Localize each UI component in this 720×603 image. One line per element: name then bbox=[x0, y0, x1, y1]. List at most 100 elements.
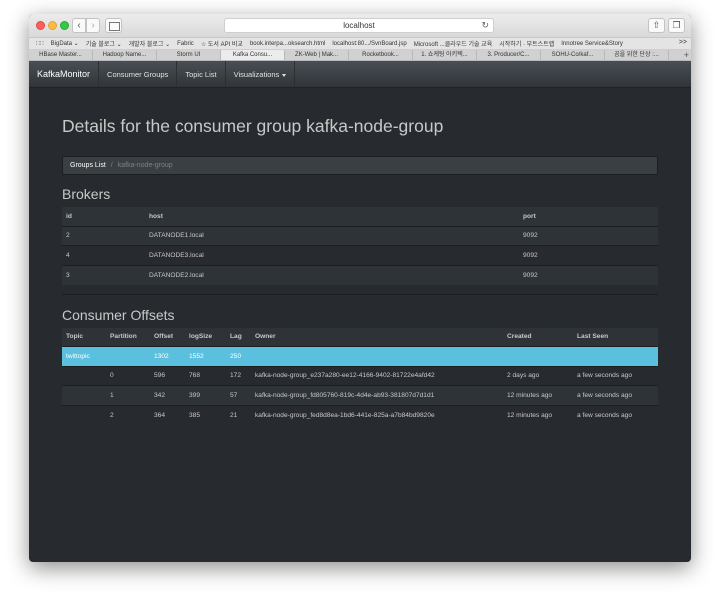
address-bar[interactable]: localhost ↻ bbox=[224, 18, 494, 33]
partition-offset: 342 bbox=[150, 385, 185, 405]
offsets-header-row: Topic Partition Offset logSize Lag Owner… bbox=[62, 327, 658, 347]
table-row: 4 DATANODE3.local 9092 bbox=[62, 245, 658, 265]
partition-lag: 57 bbox=[226, 385, 251, 405]
topic-offset: 1302 bbox=[150, 346, 185, 366]
partition-created: 12 minutes ago bbox=[503, 404, 573, 425]
partition-owner: kafka-node-group_e237a280-ee12-4166-9402… bbox=[251, 365, 503, 386]
bookmark-item[interactable]: 기술 블로그 ⌄ bbox=[86, 39, 122, 48]
table-row: 3 DATANODE2.local 9092 bbox=[62, 264, 658, 285]
bookmark-item[interactable]: Fabric bbox=[177, 41, 194, 47]
broker-port: 9092 bbox=[519, 245, 658, 265]
offsets-col-topic: Topic bbox=[62, 327, 106, 347]
new-tab-icon[interactable]: + bbox=[684, 50, 689, 60]
zoom-window-button[interactable] bbox=[60, 21, 69, 30]
partition-id: 2 bbox=[106, 404, 150, 425]
offsets-col-owner: Owner bbox=[251, 327, 503, 347]
bookmark-item[interactable]: Microsoft ...클라우드 기술 교육 bbox=[414, 39, 493, 48]
partition-logsize: 385 bbox=[185, 404, 226, 425]
topic-summary-row[interactable]: twittopic 1302 1552 250 bbox=[62, 346, 658, 366]
bookmark-item[interactable]: BigData ⌄ bbox=[51, 40, 79, 47]
browser-tab[interactable]: Kafka Consu... bbox=[221, 50, 285, 60]
caret-down-icon bbox=[282, 73, 287, 77]
breadcrumb-separator: / bbox=[110, 162, 113, 169]
bookmark-item[interactable]: 시작하기 · 부트스트랩 bbox=[499, 39, 554, 48]
close-window-button[interactable] bbox=[36, 21, 45, 30]
topic-logsize: 1552 bbox=[185, 346, 226, 366]
nav-topic-list[interactable]: Topic List bbox=[177, 61, 226, 87]
browser-tab[interactable]: HBase Master... bbox=[29, 50, 93, 60]
browser-tab[interactable]: 1. 쇼케팅 아키텍... bbox=[413, 50, 477, 60]
apps-grid-icon[interactable]: ∷∷ bbox=[36, 40, 44, 47]
partition-logsize: 768 bbox=[185, 365, 226, 386]
brand-link[interactable]: KafkaMonitor bbox=[29, 61, 100, 87]
back-arrow-icon[interactable]: ‹ bbox=[72, 18, 86, 33]
partition-created: 12 minutes ago bbox=[503, 385, 573, 405]
consumer-offsets-heading: Consumer Offsets bbox=[62, 306, 175, 323]
partition-lag: 21 bbox=[226, 404, 251, 425]
broker-host: DATANODE1.local bbox=[145, 225, 519, 246]
breadcrumb-groups-list[interactable]: Groups List bbox=[70, 162, 106, 169]
brokers-col-port: port bbox=[519, 207, 658, 227]
bookmarks-bar: ∷∷ BigData ⌄ 기술 블로그 ⌄ 개발자 블로그 ⌄ Fabric ☆ 도서 … bbox=[29, 38, 691, 50]
main-content: Details for the consumer group kafka-nod… bbox=[62, 110, 658, 425]
topic-name: twittopic bbox=[62, 346, 106, 366]
page-title: Details for the consumer group kafka-nod… bbox=[62, 116, 444, 136]
brokers-heading: Brokers bbox=[62, 186, 111, 202]
bookmark-item[interactable]: localhost:80.../SvnBoard.jsp bbox=[332, 41, 406, 47]
broker-port: 9092 bbox=[519, 225, 658, 246]
browser-tab[interactable]: 3. Producer/C... bbox=[477, 50, 541, 60]
tab-overview-icon[interactable]: ❐ bbox=[668, 18, 685, 33]
table-row: 1 342 399 57 kafka-node-group_fd805760-8… bbox=[62, 385, 658, 405]
reload-icon[interactable]: ↻ bbox=[481, 19, 489, 32]
share-icon[interactable]: ⇧ bbox=[648, 18, 665, 33]
nav-consumer-groups[interactable]: Consumer Groups bbox=[99, 61, 178, 87]
offsets-col-offset: Offset bbox=[150, 327, 185, 347]
bookmarks-overflow-icon[interactable]: >> bbox=[679, 39, 687, 46]
broker-host: DATANODE2.local bbox=[145, 264, 519, 285]
brokers-col-id: id bbox=[62, 207, 145, 227]
breadcrumb: Groups List / kafka-node-group bbox=[62, 156, 658, 175]
offsets-col-partition: Partition bbox=[106, 327, 150, 347]
partition-lag: 172 bbox=[226, 365, 251, 386]
bookmark-item[interactable]: Innotree Service&Story bbox=[561, 41, 623, 47]
bookmark-item[interactable]: book.interpa...oksearch.html bbox=[250, 41, 325, 47]
partition-id: 1 bbox=[106, 385, 150, 405]
browser-tab[interactable]: Hadoop Name... bbox=[93, 50, 157, 60]
offsets-col-lag: Lag bbox=[226, 327, 251, 347]
offsets-col-logsize: logSize bbox=[185, 327, 226, 347]
browser-tab[interactable]: SOHU-Co/kaf... bbox=[541, 50, 605, 60]
broker-port: 9092 bbox=[519, 264, 658, 285]
topic-owner bbox=[251, 346, 503, 366]
browser-tab[interactable]: 곰을 위한 단상 :... bbox=[605, 50, 669, 60]
partition-created: 2 days ago bbox=[503, 365, 573, 386]
browser-titlebar: ‹ › localhost ↻ ⇧ ❐ bbox=[29, 14, 691, 38]
partition-offset: 364 bbox=[150, 404, 185, 425]
address-bar-url: localhost bbox=[343, 21, 375, 30]
partition-topic bbox=[62, 365, 106, 386]
browser-tab[interactable]: Storm UI bbox=[157, 50, 221, 60]
section-divider bbox=[62, 293, 658, 295]
browser-tab[interactable]: Rocketbook... bbox=[349, 50, 413, 60]
partition-topic bbox=[62, 385, 106, 405]
offsets-col-last-seen: Last Seen bbox=[573, 327, 658, 347]
broker-id: 3 bbox=[62, 264, 145, 285]
consumer-offsets-table: Topic Partition Offset logSize Lag Owner… bbox=[62, 327, 658, 425]
browser-tab[interactable]: ZK-Web | Mak... bbox=[285, 50, 349, 60]
broker-host: DATANODE3.local bbox=[145, 245, 519, 265]
brokers-col-host: host bbox=[145, 207, 519, 227]
breadcrumb-current: kafka-node-group bbox=[117, 162, 173, 169]
app-navbar: KafkaMonitor Consumer Groups Topic List … bbox=[29, 61, 691, 88]
forward-arrow-icon[interactable]: › bbox=[86, 18, 100, 33]
partition-owner: kafka-node-group_fed8d8ea-1bd6-441e-825a… bbox=[251, 404, 503, 425]
partition-owner: kafka-node-group_fd805760-819c-4d4e-ab93… bbox=[251, 385, 503, 405]
sidebar-toggle-icon[interactable] bbox=[105, 18, 122, 33]
bookmark-item[interactable]: 개발자 블로그 ⌄ bbox=[129, 39, 170, 48]
partition-last-seen: a few seconds ago bbox=[573, 385, 658, 405]
table-row: 2 DATANODE1.local 9092 bbox=[62, 225, 658, 246]
brokers-header-row: id host port bbox=[62, 207, 658, 227]
topic-last-seen bbox=[573, 346, 658, 366]
partition-id: 0 bbox=[106, 365, 150, 386]
nav-visualizations-dropdown[interactable]: Visualizations bbox=[226, 61, 296, 87]
minimize-window-button[interactable] bbox=[48, 21, 57, 30]
bookmark-item[interactable]: ☆ 도서 API 비교 bbox=[201, 39, 243, 48]
